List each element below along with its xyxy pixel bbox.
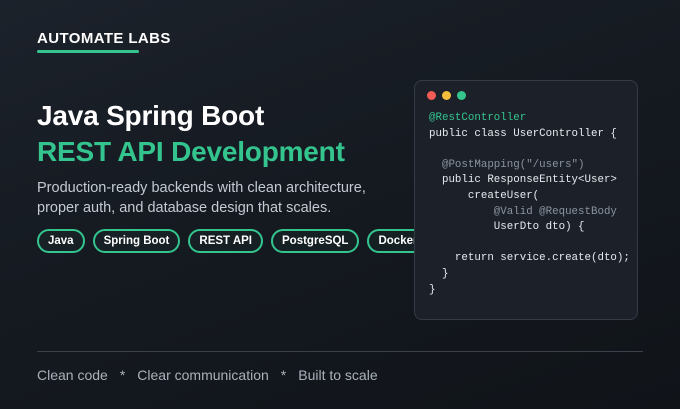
- footer-item-communication: Clear communication: [137, 367, 269, 383]
- footer-tagline: Clean code * Clear communication * Built…: [37, 367, 378, 383]
- code-line: }: [441, 267, 449, 280]
- footer-separator: *: [280, 367, 287, 383]
- hero-title-line2: REST API Development: [37, 136, 345, 167]
- code-line: @RestController: [429, 112, 527, 124]
- code-window: @RestController public class UserControll…: [414, 80, 638, 320]
- footer-divider: [37, 351, 643, 352]
- code-line: public ResponseEntity<User>: [441, 174, 617, 187]
- hero-title-line1: Java Spring Boot: [37, 100, 265, 131]
- tag-list: Java Spring Boot REST API PostgreSQL Doc…: [37, 229, 429, 253]
- code-line: UserDto dto) {: [493, 221, 585, 234]
- code-line: }: [429, 283, 436, 296]
- code-block: @RestController public class UserControll…: [429, 111, 630, 298]
- brand-underline: [37, 50, 139, 53]
- code-line: return service.create(dto);: [454, 252, 630, 265]
- tag-postgresql: PostgreSQL: [271, 229, 360, 253]
- window-controls: [427, 91, 466, 100]
- footer-item-scale: Built to scale: [298, 367, 378, 383]
- code-line: @Valid @RequestBody: [493, 205, 617, 218]
- code-line: createUser(: [467, 189, 540, 202]
- tag-java: Java: [37, 229, 85, 253]
- footer-item-clean-code: Clean code: [37, 367, 108, 383]
- minimize-dot-icon: [442, 91, 451, 100]
- tag-spring-boot: Spring Boot: [92, 229, 181, 253]
- hero-subtitle: Production-ready backends with clean arc…: [37, 180, 366, 216]
- brand-name: AUTOMATE LABS: [37, 30, 171, 47]
- footer-separator: *: [119, 367, 126, 383]
- code-line: @PostMapping("/users"): [441, 158, 585, 171]
- close-dot-icon: [427, 91, 436, 100]
- maximize-dot-icon: [457, 91, 466, 100]
- code-line: public class UserController {: [429, 127, 617, 140]
- tag-rest-api: REST API: [188, 229, 263, 253]
